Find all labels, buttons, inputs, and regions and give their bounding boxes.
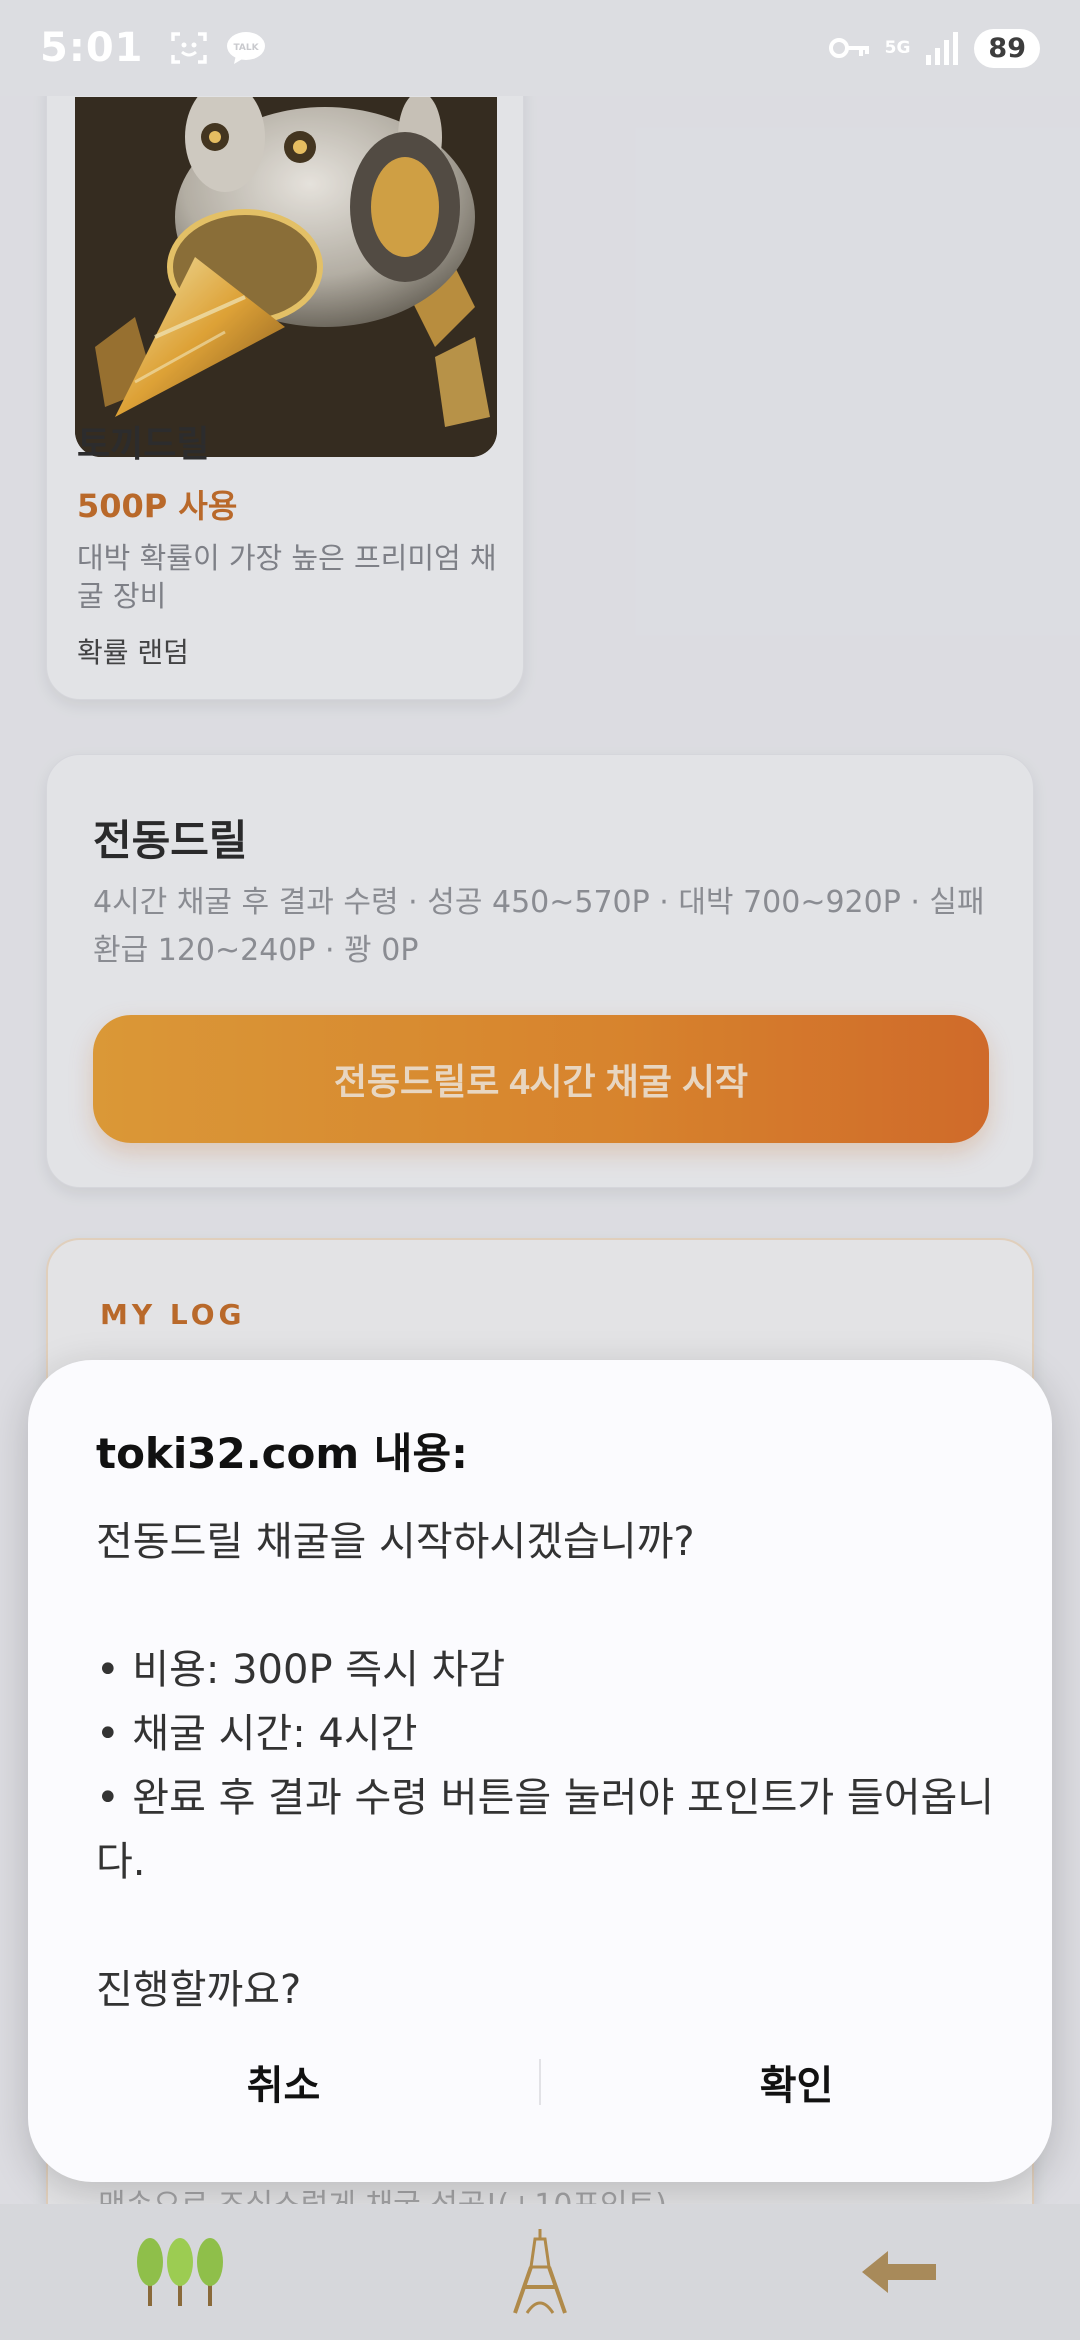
- confirm-dialog: toki32.com 내용: 전동드릴 채굴을 시작하시겠습니까? • 비용: …: [28, 1360, 1052, 2182]
- screenshot-icon: [170, 32, 207, 64]
- nav-tower[interactable]: [480, 2222, 600, 2322]
- nav-trees[interactable]: [120, 2222, 240, 2322]
- key-icon: [828, 38, 869, 58]
- status-notification-icons: TALK: [170, 31, 266, 65]
- back-arrow-icon: [862, 2251, 936, 2293]
- network-label: 5G: [884, 37, 911, 58]
- dialog-title: toki32.com 내용:: [96, 1429, 468, 1478]
- signal-icon: [926, 32, 959, 65]
- bottom-navigation: [0, 2204, 1080, 2340]
- cancel-button[interactable]: 취소: [28, 2053, 539, 2111]
- dialog-message: 전동드릴 채굴을 시작하시겠습니까? • 비용: 300P 즉시 차감 • 채굴…: [96, 1519, 995, 2013]
- trees-icon: [137, 2238, 223, 2306]
- battery-indicator: 89: [974, 28, 1040, 68]
- confirm-button[interactable]: 확인: [541, 2053, 1052, 2111]
- nav-back[interactable]: [840, 2222, 960, 2322]
- kakaotalk-icon: TALK: [226, 32, 265, 64]
- status-time: 5:01: [40, 25, 144, 71]
- dialog-actions: 취소 확인: [28, 2036, 1052, 2128]
- eiffel-tower-icon: [513, 2229, 567, 2314]
- status-system-icons: 5G 89: [828, 28, 1040, 68]
- screen: 토끼드릴 500P 사용 대박 확률이 가장 높은 프리미엄 채굴 장비 확률 …: [0, 0, 1080, 2340]
- svg-text:TALK: TALK: [233, 43, 259, 53]
- status-bar: 5:01 TALK 5G 89: [0, 0, 1080, 96]
